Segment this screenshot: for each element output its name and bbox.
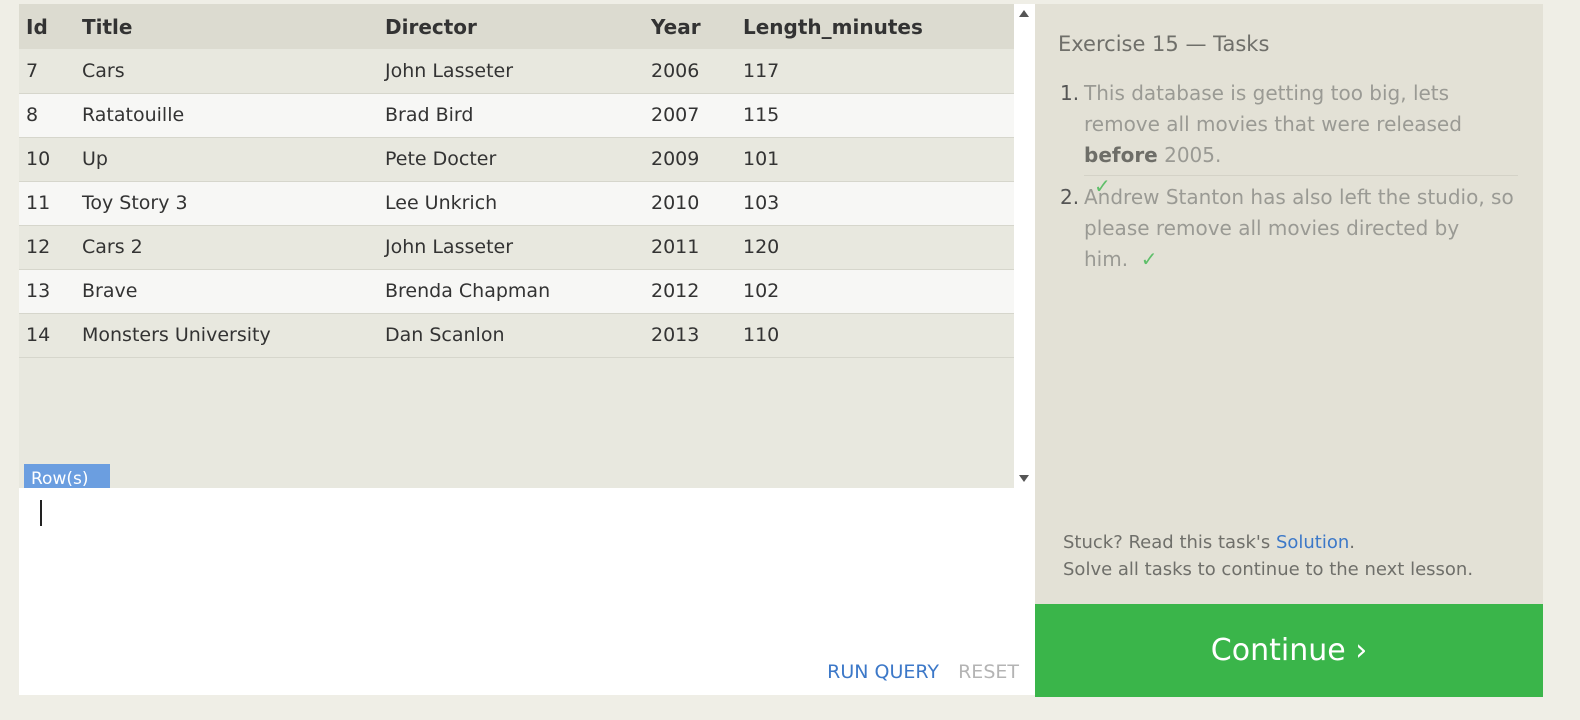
column-header-year[interactable]: Year	[651, 4, 743, 49]
task-text-bold: before	[1084, 143, 1158, 167]
cell-id: 7	[19, 49, 82, 94]
cell-year: 2006	[651, 49, 743, 94]
cell-id: 13	[19, 269, 82, 314]
cell-title: Ratatouille	[82, 93, 385, 138]
cell-director: John Lasseter	[385, 49, 651, 94]
task-item: 2. Andrew Stanton has also left the stud…	[1060, 182, 1518, 275]
cell-id: 10	[19, 137, 82, 182]
sql-query-editor[interactable]: RUN QUERY RESET	[19, 488, 1035, 695]
task-divider	[1084, 175, 1518, 176]
cell-id: 11	[19, 181, 82, 226]
rows-count-badge: Row(s)	[24, 464, 110, 488]
cell-year: 2010	[651, 181, 743, 226]
results-table: Id Title Director Year Length_minutes 7 …	[19, 4, 1014, 358]
cell-title: Cars	[82, 49, 385, 94]
cell-length-minutes: 110	[743, 313, 1014, 358]
cell-director: Brad Bird	[385, 93, 651, 138]
results-scrollbar[interactable]	[1014, 4, 1035, 488]
scroll-down-arrow-icon[interactable]	[1019, 475, 1029, 482]
help-text: Stuck? Read this task's Solution. Solve …	[1063, 529, 1473, 583]
stuck-prefix: Stuck? Read this task's	[1063, 532, 1276, 553]
column-header-title[interactable]: Title	[82, 4, 385, 49]
task-number: 2.	[1060, 185, 1080, 209]
continue-button[interactable]: Continue ›	[1035, 604, 1543, 697]
solution-link[interactable]: Solution	[1276, 532, 1349, 553]
table-row: 7 Cars John Lasseter 2006 117	[19, 49, 1014, 94]
task-text-before: This database is getting too big, lets r…	[1084, 81, 1462, 136]
text-cursor	[40, 500, 42, 526]
task-complete-check-icon: ✓	[1140, 247, 1158, 271]
task-text-after: 2005.	[1157, 143, 1222, 167]
cell-year: 2009	[651, 137, 743, 182]
cell-title: Up	[82, 137, 385, 182]
cell-length-minutes: 101	[743, 137, 1014, 182]
table-row: 12 Cars 2 John Lasseter 2011 120	[19, 225, 1014, 270]
cell-length-minutes: 115	[743, 93, 1014, 138]
run-query-button[interactable]: RUN QUERY	[827, 661, 939, 683]
cell-length-minutes: 103	[743, 181, 1014, 226]
cell-director: Lee Unkrich	[385, 181, 651, 226]
cell-length-minutes: 120	[743, 225, 1014, 270]
tasks-panel: Exercise 15 — Tasks 1. This database is …	[1035, 4, 1543, 604]
cell-year: 2011	[651, 225, 743, 270]
cell-director: Dan Scanlon	[385, 313, 651, 358]
table-row: 14 Monsters University Dan Scanlon 2013 …	[19, 313, 1014, 358]
tasks-title: Exercise 15 — Tasks	[1058, 32, 1270, 56]
table-row: 8 Ratatouille Brad Bird 2007 115	[19, 93, 1014, 138]
stuck-suffix: .	[1349, 532, 1356, 553]
next-lesson-text: Solve all tasks to continue to the next …	[1063, 559, 1474, 580]
table-row: 10 Up Pete Docter 2009 101	[19, 137, 1014, 182]
cell-year: 2007	[651, 93, 743, 138]
cell-id: 8	[19, 93, 82, 138]
cell-title: Cars 2	[82, 225, 385, 270]
table-row: 11 Toy Story 3 Lee Unkrich 2010 103	[19, 181, 1014, 226]
column-header-length-minutes[interactable]: Length_minutes	[743, 4, 1014, 49]
cell-id: 12	[19, 225, 82, 270]
cell-length-minutes: 102	[743, 269, 1014, 314]
cell-length-minutes: 117	[743, 49, 1014, 94]
scroll-up-arrow-icon[interactable]	[1019, 10, 1029, 17]
cell-year: 2013	[651, 313, 743, 358]
column-header-director[interactable]: Director	[385, 4, 651, 49]
cell-director: Pete Docter	[385, 137, 651, 182]
results-table-panel: Id Title Director Year Length_minutes 7 …	[19, 4, 1035, 488]
column-header-id[interactable]: Id	[19, 4, 82, 49]
cell-director: Brenda Chapman	[385, 269, 651, 314]
cell-title: Monsters University	[82, 313, 385, 358]
cell-title: Brave	[82, 269, 385, 314]
cell-id: 14	[19, 313, 82, 358]
table-row: 13 Brave Brenda Chapman 2012 102	[19, 269, 1014, 314]
task-text: Andrew Stanton has also left the studio,…	[1084, 182, 1518, 275]
task-number: 1.	[1060, 81, 1080, 105]
reset-button[interactable]: RESET	[958, 661, 1019, 683]
cell-year: 2012	[651, 269, 743, 314]
table-header-row: Id Title Director Year Length_minutes	[19, 4, 1014, 49]
cell-director: John Lasseter	[385, 225, 651, 270]
cell-title: Toy Story 3	[82, 181, 385, 226]
